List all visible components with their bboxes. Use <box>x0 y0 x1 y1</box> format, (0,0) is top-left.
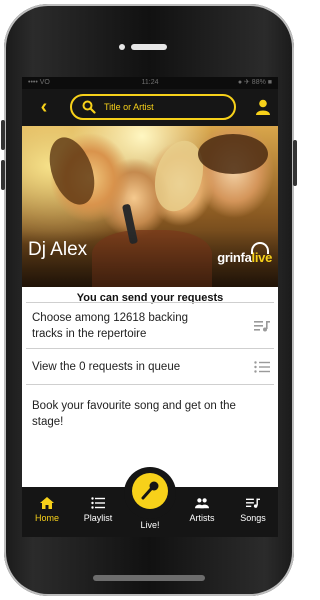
playlist-icon <box>91 497 105 509</box>
search-placeholder: Title or Artist <box>104 102 154 112</box>
power-button <box>293 140 297 186</box>
playlist-music-icon <box>254 321 270 332</box>
artists-icon <box>195 498 209 509</box>
tab-home[interactable]: Home <box>22 487 72 537</box>
volume-down-button <box>1 160 5 190</box>
tab-artists[interactable]: Artists <box>176 487 228 537</box>
list-item-choose-tracks[interactable]: Choose among 12618 backing tracks in the… <box>26 302 274 349</box>
tab-live-label: Live! <box>140 520 160 530</box>
list-icon <box>254 361 270 373</box>
front-camera <box>119 44 125 50</box>
hero-banner: Dj Alex grinfalive <box>22 126 278 287</box>
search-input[interactable]: Title or Artist <box>70 94 236 120</box>
app-bar: ‹ Title or Artist <box>22 89 278 126</box>
list-item-book-song[interactable]: Book your favourite song and get on the … <box>26 384 274 445</box>
app-screen: •••• VO 11:24 ● ✈ 88% ■ ‹ Title or Artis… <box>22 77 278 537</box>
home-icon <box>40 497 54 509</box>
brand-logo: grinfalive <box>217 242 272 265</box>
microphone-icon <box>141 481 159 500</box>
search-icon <box>82 100 96 114</box>
tab-songs[interactable]: Songs <box>228 487 278 537</box>
status-bar: •••• VO 11:24 ● ✈ 88% ■ <box>22 77 278 89</box>
tab-playlist[interactable]: Playlist <box>72 487 124 537</box>
dj-name: Dj Alex <box>28 239 88 260</box>
tab-live[interactable] <box>124 467 176 519</box>
user-icon[interactable] <box>254 98 272 116</box>
list-item-view-queue[interactable]: View the 0 requests in queue <box>26 348 274 385</box>
battery-status: ● ✈ 88% ■ <box>237 79 272 86</box>
volume-up-button <box>1 120 5 150</box>
chevron-left-icon[interactable]: ‹ <box>32 95 56 119</box>
earpiece-speaker <box>131 44 167 50</box>
home-indicator <box>93 575 205 581</box>
songs-icon <box>246 498 260 508</box>
